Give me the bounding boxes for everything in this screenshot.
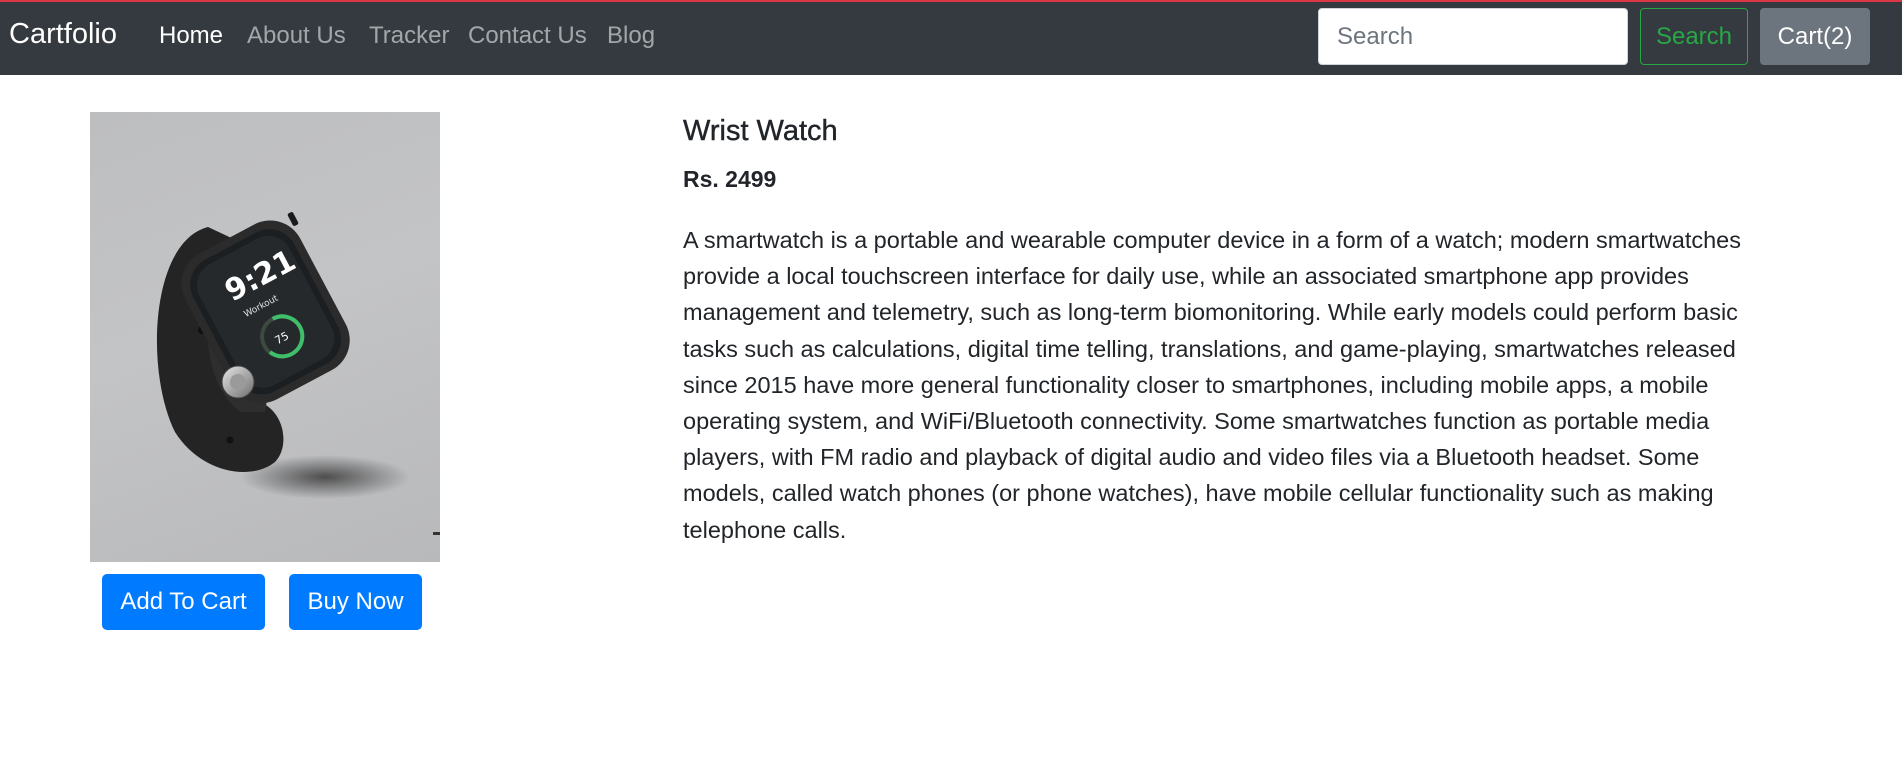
nav-link-blog[interactable]: Blog [607,19,655,53]
navbar: Cartfolio Home About Us Tracker Contact … [0,0,1902,75]
buy-now-button[interactable]: Buy Now [289,574,422,630]
brand-logo[interactable]: Cartfolio [9,16,117,52]
search-input[interactable] [1318,8,1628,65]
product-description: A smartwatch is a portable and wearable … [683,227,1741,543]
product-price: Rs. 2499 [683,166,777,192]
nav-link-home[interactable]: Home [159,19,223,53]
smartwatch-image: 9:21 Workout 75 [156,212,440,535]
nav-link-tracker[interactable]: Tracker [369,19,449,53]
add-to-cart-button[interactable]: Add To Cart [102,574,265,630]
product-image: 9:21 Workout 75 [90,112,440,562]
nav-link-contact-us[interactable]: Contact Us [468,19,587,53]
nav-link-about-us[interactable]: About Us [247,19,346,53]
product-title: Wrist Watch [683,115,838,147]
cart-button[interactable]: Cart(2) [1760,8,1870,65]
search-button[interactable]: Search [1640,8,1748,65]
